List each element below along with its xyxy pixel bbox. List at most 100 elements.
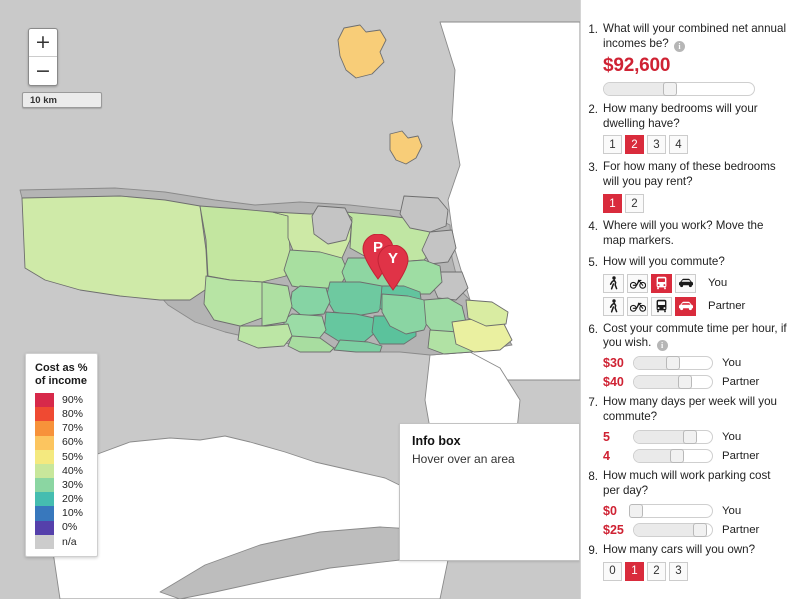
question-text: How much will work parking cost per day?	[603, 469, 771, 497]
car-icon[interactable]	[675, 296, 696, 316]
question-number: 7.	[588, 396, 598, 410]
commute-mode-row-you: You	[603, 273, 787, 293]
option-button-1[interactable]: 1	[603, 194, 622, 214]
legend-label: 70%	[62, 422, 84, 435]
income-slider[interactable]	[603, 81, 755, 96]
question-2: 2. How many bedrooms will your dwelling h…	[585, 102, 787, 155]
option-button-4[interactable]: 4	[669, 135, 688, 155]
option-group: 0123	[603, 561, 787, 581]
slider-label: Partner	[722, 376, 760, 389]
question-4: 4. Where will you work? Move the map mark…	[585, 219, 787, 249]
option-button-0[interactable]: 0	[603, 561, 622, 581]
question-number: 9.	[588, 543, 598, 557]
question-text: For how many of these bedrooms will you …	[603, 160, 776, 189]
map-marker-you[interactable]: Y	[376, 244, 410, 291]
question-body: How many bedrooms will your dwelling hav…	[603, 102, 787, 155]
legend-entry: 0%	[35, 520, 88, 535]
question-body: How will you commute? You Partner	[603, 255, 787, 316]
question-body: Cost your commute time per hour, if you …	[603, 322, 787, 390]
legend-swatch	[35, 421, 54, 436]
question-number: 2.	[588, 102, 598, 116]
slider-track[interactable]	[629, 503, 713, 518]
info-box: Info box Hover over an area	[399, 423, 580, 561]
legend-swatch	[35, 449, 54, 464]
commute-mode-label: You	[708, 277, 728, 290]
bus-icon[interactable]	[651, 273, 672, 293]
commute-mode-label: Partner	[708, 300, 746, 313]
question-number: 6.	[588, 322, 598, 336]
legend-entry: 80%	[35, 407, 88, 422]
legend-label: 40%	[62, 464, 84, 477]
legend-label: 50%	[62, 450, 84, 463]
info-box-text: Hover over an area	[412, 452, 515, 466]
legend-label: 20%	[62, 493, 84, 506]
option-button-1[interactable]: 1	[625, 561, 644, 581]
option-group: 12	[603, 194, 787, 214]
question-text: Where will you work? Move the map marker…	[603, 219, 764, 247]
question-text: Cost your commute time per hour, if you …	[603, 321, 787, 352]
option-button-2[interactable]: 2	[625, 194, 644, 214]
slider-track[interactable]	[633, 430, 713, 445]
slider-track[interactable]	[633, 356, 713, 371]
bike-icon[interactable]	[627, 296, 648, 316]
slider-label: You	[722, 431, 742, 444]
legend-swatch	[35, 407, 54, 422]
legend-swatch	[35, 506, 54, 521]
option-button-3[interactable]: 3	[669, 561, 688, 581]
walk-icon[interactable]	[603, 296, 624, 316]
legend-label: 60%	[62, 436, 84, 449]
map-zoom-control[interactable]: + −	[28, 28, 58, 86]
legend-entry: 50%	[35, 449, 88, 464]
question-text: What will your combined net annual incom…	[603, 22, 787, 52]
question-8: 8. How much will work parking cost per da…	[585, 469, 787, 537]
car-icon[interactable]	[675, 273, 696, 293]
slider-value: 5	[603, 430, 610, 445]
legend-label: 30%	[62, 478, 84, 491]
slider-track[interactable]	[633, 375, 713, 390]
option-button-2[interactable]: 2	[625, 135, 644, 155]
legend-title: Cost as % of income	[35, 362, 88, 387]
slider-row-partner: $25 Partner	[603, 522, 787, 537]
slider-row-partner: $40 Partner	[603, 375, 787, 390]
question-body: Where will you work? Move the map marker…	[603, 219, 787, 249]
slider-track[interactable]	[633, 449, 713, 464]
slider-value: 4	[603, 449, 610, 464]
option-button-2[interactable]: 2	[647, 561, 666, 581]
slider-value: $30	[603, 356, 624, 371]
question-number: 5.	[588, 255, 598, 269]
walk-icon[interactable]	[603, 273, 624, 293]
bike-icon[interactable]	[627, 273, 648, 293]
map-canvas[interactable]: + − 10 km P Y Cost as % of income 90% 80%…	[0, 0, 580, 599]
housing-cost-explorer: + − 10 km P Y Cost as % of income 90% 80%…	[0, 0, 795, 599]
questions-sidebar: 1. What will your combined net annual inc…	[580, 0, 795, 599]
question-7: 7. How many days per week will you commut…	[585, 395, 787, 464]
legend-entry: 10%	[35, 506, 88, 521]
legend-swatch	[35, 435, 54, 450]
question-1: 1. What will your combined net annual inc…	[585, 22, 787, 96]
info-icon[interactable]: i	[656, 340, 668, 352]
question-number: 4.	[588, 220, 598, 234]
legend-swatch	[35, 478, 54, 493]
question-body: How many cars will you own? 0 1 2 3	[603, 543, 787, 581]
zoom-out-button[interactable]: −	[29, 57, 57, 85]
question-number: 8.	[588, 470, 598, 484]
slider-track[interactable]	[633, 522, 713, 537]
legend-label: n/a	[62, 535, 77, 548]
option-button-3[interactable]: 3	[647, 135, 666, 155]
legend-label: 90%	[62, 393, 84, 406]
slider-row-you: 5 You	[603, 430, 787, 445]
slider-label: You	[722, 504, 742, 517]
question-text: How will you commute?	[603, 254, 725, 268]
question-text: How many cars will you own?	[603, 542, 756, 556]
option-group: 1234	[603, 135, 787, 155]
legend-entry: 30%	[35, 478, 88, 493]
slider-row-you: $0 You	[603, 503, 787, 518]
legend-label: 0%	[62, 521, 78, 534]
slider-label: You	[722, 357, 742, 370]
zoom-in-button[interactable]: +	[29, 29, 57, 57]
option-button-1[interactable]: 1	[603, 135, 622, 155]
legend-entry: 90%	[35, 392, 88, 408]
question-6: 6. Cost your commute time per hour, if yo…	[585, 322, 787, 390]
bus-icon[interactable]	[651, 296, 672, 316]
info-icon[interactable]: i	[673, 40, 685, 52]
